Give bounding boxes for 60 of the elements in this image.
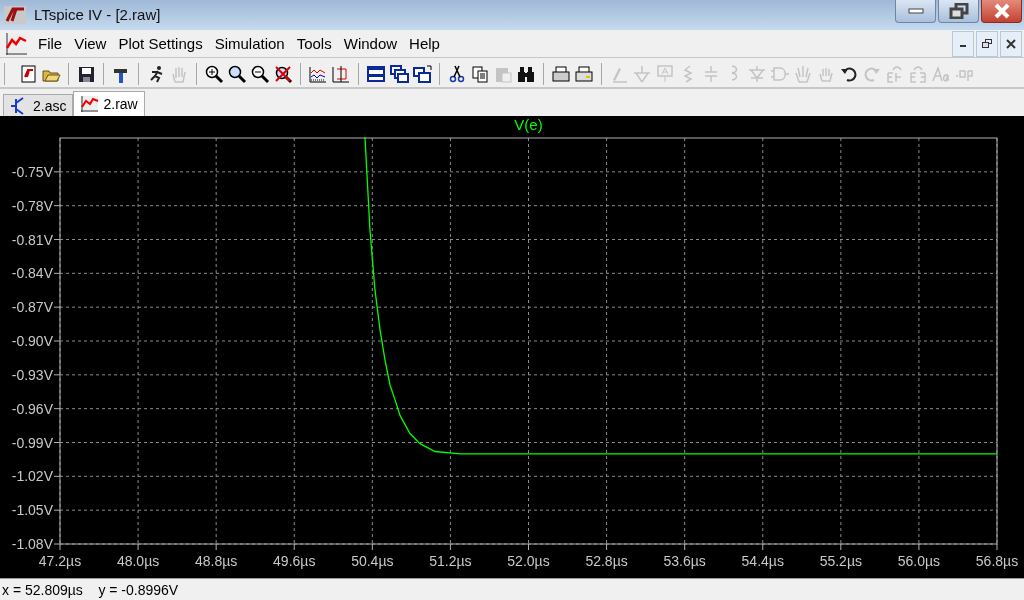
scissors-icon[interactable] <box>447 63 467 84</box>
y-tick-label: -0.93V <box>11 367 53 384</box>
restore-icon <box>982 39 992 49</box>
document-tab[interactable]: 2.asc <box>3 94 74 117</box>
restore-icon <box>948 3 969 19</box>
printer-icon[interactable] <box>574 63 594 84</box>
x-tick-label: 53.6µs <box>663 553 706 570</box>
magnifier-icon[interactable] <box>227 63 247 84</box>
trace-name[interactable]: V(e) <box>514 116 543 134</box>
y-tick-label: -0.84V <box>11 265 53 282</box>
y-tick-label: -0.75V <box>11 164 53 181</box>
close-button[interactable] <box>981 0 1022 23</box>
cascade-windows-icon[interactable] <box>412 63 432 84</box>
horizontal-tile-icon[interactable] <box>366 63 386 84</box>
y-tick-label: -1.05V <box>11 502 53 519</box>
y-tick-label: -0.96V <box>11 400 53 417</box>
y-tick-label: -0.87V <box>11 299 53 316</box>
x-tick-label: 51.2µs <box>429 553 472 570</box>
x-tick-label: 47.2µs <box>38 553 82 570</box>
restore-button[interactable] <box>938 0 979 23</box>
y-tick-label: -0.90V <box>11 333 53 350</box>
y-tick-label: -1.02V <box>11 468 53 485</box>
minimize-icon <box>905 6 926 16</box>
menu-item[interactable]: Simulation <box>210 33 293 55</box>
menu-item[interactable]: Plot Settings <box>114 33 211 55</box>
cursor-readout: x = 52.809µs y = -0.8996V <box>2 581 179 598</box>
menu-item[interactable]: Help <box>405 33 448 55</box>
zoom-out-icon[interactable] <box>250 63 270 84</box>
new-document-icon[interactable] <box>18 63 38 84</box>
x-tick-label: 48.0µs <box>116 553 160 570</box>
x-tick-label: 52.8µs <box>585 553 628 570</box>
x-tick-label: 52.0µs <box>507 553 550 570</box>
cascade-windows-icon[interactable] <box>389 63 409 84</box>
y-tick-label: -1.08V <box>11 536 53 553</box>
x-tick-label: 56.8µs <box>975 553 1019 570</box>
x-tick-label: 49.6µs <box>273 553 316 570</box>
zoom-in-icon[interactable] <box>204 63 224 84</box>
y-tick-label: -0.81V <box>11 231 53 248</box>
menu-item[interactable]: Tools <box>292 33 340 55</box>
y-tick-label: -0.99V <box>11 434 53 451</box>
menu-item[interactable]: Window <box>339 33 406 55</box>
x-tick-label: 54.4µs <box>741 553 784 570</box>
print-preview-icon[interactable] <box>551 63 571 84</box>
crossed-magnifier-icon[interactable] <box>273 63 293 84</box>
waveform-icon <box>80 95 100 114</box>
restore-button[interactable] <box>976 30 998 57</box>
logo-icon <box>4 5 26 24</box>
window-title: LTspice IV - [2.raw] <box>34 6 162 24</box>
menu-item[interactable]: View <box>70 33 115 55</box>
x-tick-label: 48.8µs <box>195 553 238 570</box>
y-tick-label: -0.78V <box>11 197 53 214</box>
copy-icon[interactable] <box>470 63 490 84</box>
x-tick-label: 50.4µs <box>351 553 394 570</box>
x-tick-label: 56.0µs <box>897 553 941 570</box>
waveform-document-icon[interactable] <box>4 31 28 56</box>
minimize-button[interactable] <box>895 0 936 23</box>
close-icon <box>1006 38 1016 49</box>
document-tab[interactable]: 2.raw <box>73 91 145 117</box>
x-tick-label: 55.2µs <box>819 553 862 570</box>
menu-item[interactable]: File <box>34 33 71 55</box>
